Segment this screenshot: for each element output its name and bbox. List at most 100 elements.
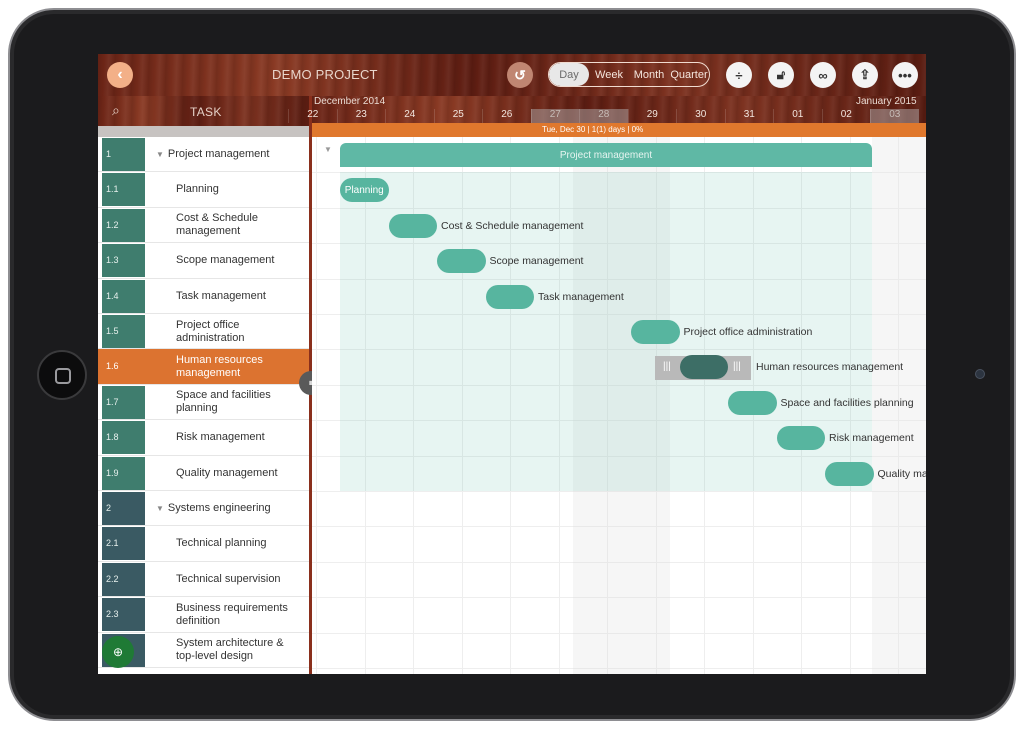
task-name-text: System architecture & top-level design	[176, 637, 284, 663]
task-bar[interactable]	[631, 320, 680, 344]
day-header[interactable]: 27	[530, 109, 579, 123]
day-header[interactable]: 22	[288, 109, 337, 123]
home-button[interactable]	[37, 350, 87, 400]
task-name-text: Human resources management	[176, 353, 263, 379]
share-button[interactable]: ⇪	[852, 62, 878, 88]
right-resize-grip-icon[interactable]: |||	[733, 361, 741, 372]
top-toolbar: ‹ DEMO PROJECT ↺ Day Week Month Quarter …	[98, 54, 926, 96]
day-header[interactable]: 03	[870, 109, 919, 123]
summary-bar-label: Project management	[559, 149, 653, 161]
task-list: 1 ▼ Project management 1.1 Planning 1.2 Cost &…	[98, 137, 309, 674]
task-name-text: Quality management	[176, 466, 278, 479]
task-name: ▼ Systems engineering	[156, 491, 284, 526]
day-header[interactable]: 23	[336, 109, 386, 123]
resize-vertical-icon: ÷	[735, 67, 743, 83]
task-name-text: Project office administration	[176, 318, 245, 344]
task-id-badge: 1.3	[102, 244, 145, 278]
task-name: Scope management	[176, 243, 304, 278]
task-column-title: TASK	[190, 105, 222, 119]
task-name: ▼ Project management	[156, 137, 284, 172]
home-square-icon	[55, 368, 71, 384]
add-task-button[interactable]: ⊕	[102, 636, 134, 668]
search-icon[interactable]: ⌕	[112, 102, 120, 119]
task-row[interactable]: 1.9 Quality management	[98, 455, 309, 491]
back-button[interactable]: ‹	[107, 62, 133, 88]
task-bar-label: Project office administration	[683, 326, 813, 338]
task-row[interactable]: 1.2 Cost & Schedule management	[98, 207, 309, 244]
task-row[interactable]: 1 ▼ Project management	[98, 137, 309, 173]
task-row[interactable]: 1.7 Space and facilities planning	[98, 384, 309, 421]
task-row[interactable]: 2.1 Technical planning	[98, 526, 309, 562]
task-row[interactable]: 1.6 Human resources management	[98, 349, 309, 385]
task-row[interactable]: 1.1 Planning	[98, 172, 309, 208]
task-name-text: Task management	[176, 289, 266, 302]
timeline-header: December 2014 January 2015 22 23 24 25 26 27 2…	[288, 96, 926, 123]
task-name-text: Cost & Schedule management	[176, 212, 258, 238]
task-row[interactable]: 1.5 Project office administration	[98, 314, 309, 350]
link-icon: ∞	[818, 67, 828, 83]
left-resize-grip-icon[interactable]: |||	[663, 361, 671, 372]
task-bar[interactable]	[728, 390, 777, 415]
task-name: Quality management	[176, 456, 304, 491]
summary-bar-project-management[interactable]: Project management	[340, 143, 872, 167]
task-name: Technical supervision	[176, 562, 304, 597]
undo-button[interactable]: ↺	[507, 62, 533, 88]
lock-button[interactable]: 🔓︎	[768, 62, 794, 88]
task-bar-label: Human resources management	[756, 361, 904, 374]
day-header[interactable]: 02	[821, 109, 871, 123]
task-name-text: Systems engineering	[167, 502, 271, 514]
row-height-button[interactable]: ÷	[726, 62, 752, 88]
task-bar[interactable]	[825, 461, 874, 486]
day-header[interactable]: 29	[627, 109, 677, 123]
task-name: Business requirements definition	[176, 597, 304, 632]
day-header[interactable]: 01	[773, 109, 822, 123]
day-header[interactable]: 31	[724, 109, 774, 123]
task-id-badge: 1.8	[102, 421, 145, 455]
unlock-icon: 🔓︎	[776, 67, 786, 82]
view-mode-month[interactable]: Month	[629, 63, 669, 86]
view-mode-day[interactable]: Day	[549, 63, 589, 86]
task-name-text: Technical planning	[176, 537, 267, 550]
month-label-left: December 2014	[314, 96, 386, 107]
task-row[interactable]: 1.4 Task management	[98, 278, 309, 314]
task-bar[interactable]	[388, 213, 437, 238]
day-header[interactable]: 30	[676, 109, 725, 123]
task-row[interactable]: 2.3 Business requirements definition	[98, 597, 309, 633]
view-mode-week[interactable]: Week	[589, 63, 629, 86]
task-id-badge: 1.7	[102, 385, 145, 419]
task-row[interactable]: 2 ▼ Systems engineering	[98, 491, 309, 527]
task-panel-strip	[98, 126, 309, 137]
collapse-triangle-icon[interactable]: ▼	[324, 145, 332, 154]
task-bar[interactable]	[679, 355, 728, 380]
link-button[interactable]: ∞	[810, 62, 836, 88]
chevron-left-icon: ‹	[117, 66, 123, 83]
day-header[interactable]: 24	[385, 109, 434, 123]
task-bar-label: Space and facilities planning	[780, 396, 914, 409]
task-name: Planning	[176, 172, 304, 207]
task-bar[interactable]	[485, 284, 534, 309]
task-row[interactable]: 1.8 Risk management	[98, 420, 309, 456]
task-id-badge: 2.1	[102, 527, 145, 561]
day-header[interactable]: 25	[433, 109, 483, 123]
expand-triangle-icon[interactable]: ▼	[156, 502, 164, 515]
task-name: Task management	[176, 279, 304, 314]
day-header[interactable]: 26	[482, 109, 531, 123]
task-id-badge: 2.2	[102, 562, 145, 596]
task-bar[interactable]	[776, 426, 825, 451]
day-header[interactable]: 28	[579, 109, 628, 123]
more-button[interactable]: •••	[892, 62, 918, 88]
task-name-text: Project management	[167, 148, 270, 160]
task-bar-label: Risk management	[829, 432, 914, 445]
plus-icon: ⊕	[112, 645, 124, 659]
task-row[interactable]: 2.2 Technical supervision	[98, 561, 309, 598]
gantt-chart: ▼ Project management ||| ||| Planning Cos…	[312, 137, 926, 674]
view-mode-segmented-control: Day Week Month Quarter	[548, 62, 710, 87]
expand-triangle-icon[interactable]: ▼	[156, 148, 164, 161]
task-name-text: Space and facilities planning	[176, 389, 271, 415]
task-id-badge: 1.4	[102, 279, 145, 313]
task-name: Technical planning	[176, 526, 304, 561]
view-mode-quarter[interactable]: Quarter	[669, 63, 709, 86]
task-bar[interactable]: Planning	[340, 178, 389, 203]
task-row[interactable]: 1.3 Scope management	[98, 243, 309, 279]
task-bar[interactable]	[437, 249, 486, 274]
